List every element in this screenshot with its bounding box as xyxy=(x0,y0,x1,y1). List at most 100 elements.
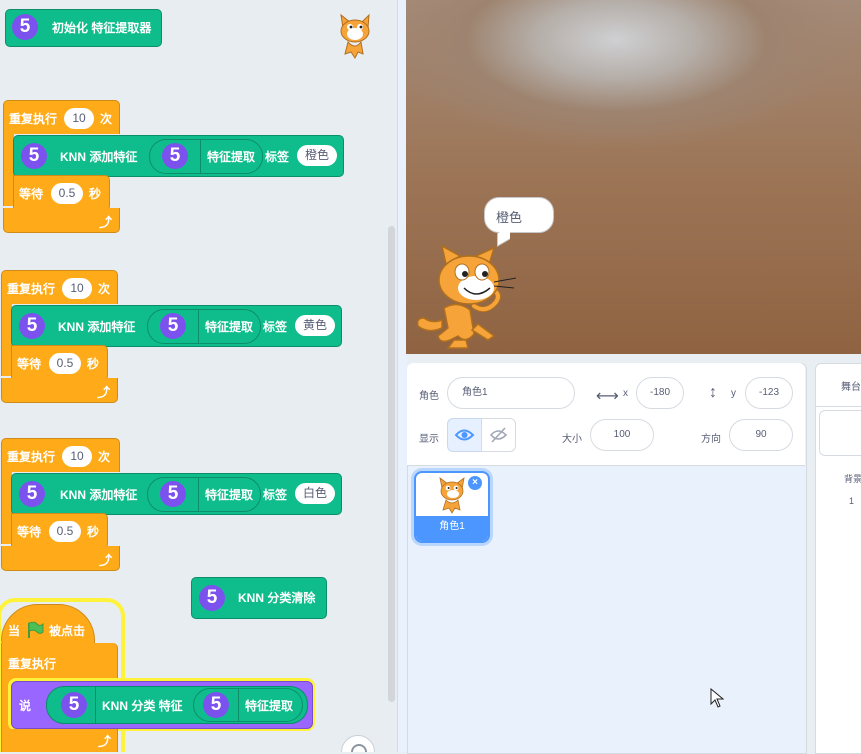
stage-selector-pane[interactable]: 舞台 背景 1 xyxy=(815,363,861,754)
extension-badge: 5 xyxy=(203,692,229,718)
sprite-name-text: 角色1 xyxy=(462,387,488,398)
reporter-label: 特征提取 xyxy=(205,488,254,502)
wait-unit: 秒 xyxy=(89,187,102,201)
repeat-count-input[interactable]: 10 xyxy=(64,108,94,129)
reporter-label: 特征提取 xyxy=(245,699,294,713)
repeat-label: 重复执行 xyxy=(7,450,56,464)
size-input[interactable]: 100 xyxy=(590,419,654,451)
wait-seconds-input[interactable]: 0.5 xyxy=(49,353,81,374)
repeat-unit: 次 xyxy=(100,112,113,126)
backdrop-thumbnail[interactable] xyxy=(819,410,861,456)
hat-clicked: 被点击 xyxy=(49,624,86,638)
repeat-footer: ⤴ xyxy=(3,208,120,233)
block-label: KNN 分类清除 xyxy=(238,591,316,605)
forever-block[interactable]: 重复执行 xyxy=(1,643,118,679)
wait-label: 等待 xyxy=(17,357,42,371)
eye-slash-icon xyxy=(489,427,508,443)
green-flag-icon xyxy=(26,621,44,644)
knn-add-feature-block[interactable]: 5 KNN 添加特征 5 特征提取 标签 黄色 xyxy=(11,305,342,347)
stage-title: 舞台 xyxy=(841,382,861,393)
feature-reporter[interactable]: 5 特征提取 xyxy=(147,477,261,512)
show-visible-button[interactable] xyxy=(447,418,482,452)
feature-reporter[interactable]: 5 特征提取 xyxy=(149,139,263,174)
knn-add-feature-block[interactable]: 5 KNN 添加特征 5 特征提取 标签 橙色 xyxy=(13,135,344,177)
stage-thumb-header xyxy=(816,406,861,407)
repeat-count-input[interactable]: 10 xyxy=(62,446,92,467)
sprite-tile-label-bar: 角色1 xyxy=(416,516,488,541)
direction-label: 方向 xyxy=(701,434,721,445)
sprite-label: 角色 xyxy=(419,391,439,402)
sprite-name-input[interactable]: 角色1 xyxy=(447,377,575,409)
wait-block[interactable]: 等待 0.5 秒 xyxy=(13,175,110,211)
y-arrows-icon: ↕ xyxy=(709,384,717,401)
wait-unit: 秒 xyxy=(87,525,100,539)
feature-reporter[interactable]: 5 特征提取 xyxy=(147,309,261,344)
repeat-block[interactable]: 重复执行 10 次 xyxy=(1,438,120,472)
knn-add-label: KNN 添加特征 xyxy=(58,320,136,334)
repeat-unit: 次 xyxy=(98,282,111,296)
loop-arrow-icon: ⤴ xyxy=(99,553,113,568)
x-arrows-icon: ⟷ xyxy=(596,388,619,405)
label-input[interactable]: 橙色 xyxy=(297,145,337,166)
extension-badge: 5 xyxy=(19,313,45,339)
repeat-unit: 次 xyxy=(98,450,111,464)
sprite-delete-button[interactable]: × xyxy=(468,476,482,490)
zoom-in-button[interactable] xyxy=(341,735,375,752)
mouse-cursor-icon xyxy=(710,687,725,713)
wait-label: 等待 xyxy=(19,187,44,201)
repeat-count-input[interactable]: 10 xyxy=(62,278,92,299)
loop-arrow-icon: ⤴ xyxy=(97,385,111,400)
repeat-label: 重复执行 xyxy=(9,112,58,126)
sprite-info-bar: 角色 角色1 ⟷ x -180 ↕ y -123 显示 大小 100 方向 90 xyxy=(407,363,805,466)
knn-clear-block[interactable]: 5 KNN 分类清除 xyxy=(191,577,327,619)
direction-input[interactable]: 90 xyxy=(729,419,793,451)
sprite-tile[interactable]: × 角色1 xyxy=(414,471,490,543)
wait-block[interactable]: 等待 0.5 秒 xyxy=(11,513,108,549)
feature-reporter[interactable]: 5 特征提取 xyxy=(193,688,303,722)
show-label: 显示 xyxy=(419,434,439,445)
repeat-block[interactable]: 重复执行 10 次 xyxy=(3,100,120,134)
repeat-label: 重复执行 xyxy=(7,282,56,296)
cat-sprite[interactable] xyxy=(414,244,524,350)
wait-block[interactable]: 等待 0.5 秒 xyxy=(11,345,108,381)
hat-when: 当 xyxy=(8,624,21,638)
y-label: y xyxy=(731,388,736,399)
zoom-icon xyxy=(351,744,367,752)
label-input[interactable]: 白色 xyxy=(295,483,335,504)
sprite-tile-name: 角色1 xyxy=(439,521,465,532)
label-input[interactable]: 黄色 xyxy=(295,315,335,336)
wait-seconds-input[interactable]: 0.5 xyxy=(49,521,81,542)
backdrop-count: 1 xyxy=(849,496,855,506)
backdrop-label: 背景 xyxy=(844,474,861,484)
repeat-block[interactable]: 重复执行 10 次 xyxy=(1,270,118,304)
wait-unit: 秒 xyxy=(87,357,100,371)
close-icon: × xyxy=(472,477,478,488)
code-workspace[interactable]: 5 初始化 特征提取器 重复执行 10 次 5 KNN 添加特征 5 特征提取 … xyxy=(0,0,397,752)
knn-classify-reporter[interactable]: 5 KNN 分类 特征 5 特征提取 xyxy=(46,686,308,724)
workspace-scrollbar[interactable] xyxy=(388,226,395,702)
show-hidden-button[interactable] xyxy=(481,418,516,452)
speech-bubble: 橙色 xyxy=(484,197,554,247)
extension-badge: 5 xyxy=(160,313,186,339)
reporter-label: 特征提取 xyxy=(207,150,256,164)
extension-badge: 5 xyxy=(160,481,186,507)
sprite-tile-thumb xyxy=(434,476,470,519)
label-word: 标签 xyxy=(265,150,290,164)
knn-add-feature-block[interactable]: 5 KNN 添加特征 5 特征提取 标签 白色 xyxy=(11,473,342,515)
wait-seconds-input[interactable]: 0.5 xyxy=(51,183,83,204)
extension-badge: 5 xyxy=(199,585,225,611)
extension-badge: 5 xyxy=(21,143,47,169)
x-input[interactable]: -180 xyxy=(636,377,684,409)
wait-label: 等待 xyxy=(17,525,42,539)
say-block[interactable]: 说 5 KNN 分类 特征 5 特征提取 xyxy=(11,681,313,729)
knn-add-label: KNN 添加特征 xyxy=(60,150,138,164)
stage-canvas[interactable] xyxy=(406,0,861,354)
y-input[interactable]: -123 xyxy=(745,377,793,409)
x-label: x xyxy=(623,388,628,399)
init-extractor-block[interactable]: 5 初始化 特征提取器 xyxy=(5,9,162,47)
say-label: 说 xyxy=(19,699,32,713)
forever-footer: ⤴ xyxy=(1,729,118,752)
knn-classify-label: KNN 分类 特征 xyxy=(102,699,183,713)
repeat-footer: ⤴ xyxy=(1,546,120,571)
repeat-footer: ⤴ xyxy=(1,378,118,403)
